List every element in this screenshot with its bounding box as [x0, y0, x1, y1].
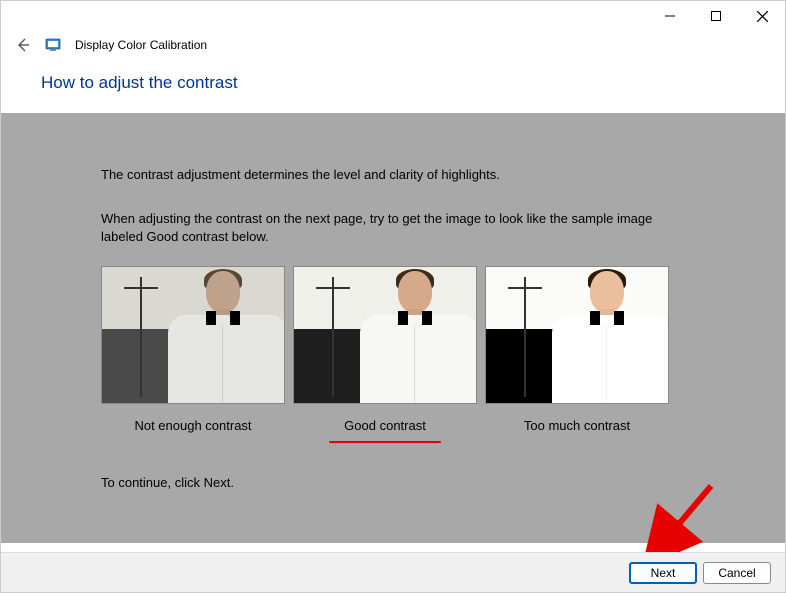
maximize-button[interactable]	[693, 1, 739, 31]
footer: Next Cancel	[1, 552, 785, 592]
sample-too-much	[485, 266, 669, 404]
back-icon[interactable]	[15, 37, 31, 53]
next-button-label: Next	[651, 566, 676, 580]
header: Display Color Calibration	[1, 31, 785, 69]
app-title: Display Color Calibration	[75, 38, 207, 52]
content-area: The contrast adjustment determines the l…	[1, 113, 785, 543]
caption-cell-good: Good contrast	[293, 414, 477, 437]
caption-good: Good contrast	[344, 418, 426, 433]
heading-zone: How to adjust the contrast	[1, 69, 785, 113]
cancel-button-label: Cancel	[718, 566, 755, 580]
intro-text-1: The contrast adjustment determines the l…	[101, 167, 735, 182]
app-icon	[45, 37, 61, 53]
next-button[interactable]: Next	[629, 562, 697, 584]
page-heading: How to adjust the contrast	[41, 73, 785, 93]
sample-good	[293, 266, 477, 404]
caption-cell-low: Not enough contrast	[101, 414, 285, 437]
caption-low: Not enough contrast	[134, 418, 251, 433]
sample-row	[101, 266, 735, 404]
caption-row: Not enough contrast Good contrast Too mu…	[101, 414, 735, 437]
sample-image-high-contrast	[485, 266, 669, 404]
sample-not-enough	[101, 266, 285, 404]
intro-text-2: When adjusting the contrast on the next …	[101, 210, 661, 246]
cancel-button[interactable]: Cancel	[703, 562, 771, 584]
close-button[interactable]	[739, 1, 785, 31]
window-controls	[647, 1, 785, 31]
caption-cell-high: Too much contrast	[485, 414, 669, 437]
highlight-underline	[329, 441, 441, 444]
continue-text: To continue, click Next.	[101, 475, 735, 490]
titlebar	[1, 1, 785, 31]
sample-image-good-contrast	[293, 266, 477, 404]
sample-image-low-contrast	[101, 266, 285, 404]
minimize-button[interactable]	[647, 1, 693, 31]
caption-high: Too much contrast	[524, 418, 630, 433]
